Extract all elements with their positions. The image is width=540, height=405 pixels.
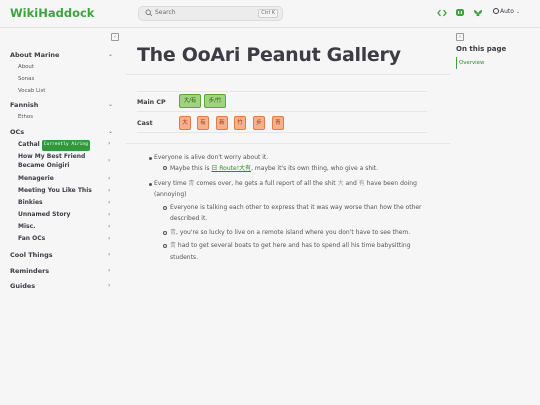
chevron-right-icon[interactable]: ›	[108, 235, 110, 242]
list-item-continuation: students.	[170, 254, 198, 261]
gear-icon	[493, 8, 499, 14]
sidebar-section-fannish[interactable]: Fannish	[10, 101, 38, 109]
search-icon	[145, 9, 153, 17]
chevron-right-icon[interactable]: ›	[108, 223, 110, 230]
sidebar-section-ocs[interactable]: OCs	[10, 128, 24, 136]
theme-toggle[interactable]: Auto ⌄	[493, 8, 520, 15]
sidebar-item-cathal[interactable]: Cathal Currently Airing	[18, 140, 90, 151]
sidebar-item-ethos[interactable]: Ethos	[18, 114, 33, 120]
bullet-ring	[163, 231, 167, 235]
sidebar-section-reminders[interactable]: Reminders	[10, 267, 49, 275]
cast-chip[interactable]: 竹	[234, 116, 246, 130]
main-cp-label: Main CP	[137, 99, 166, 106]
chevron-right-icon[interactable]: ›	[108, 267, 110, 274]
cast-chip[interactable]: 步	[253, 116, 265, 130]
sidebar-item-fan-ocs[interactable]: Fan OCs	[18, 235, 45, 244]
bullet-ring	[163, 206, 167, 210]
toc-link-overview[interactable]: Overview	[459, 60, 484, 66]
chevron-right-icon[interactable]: ›	[108, 211, 110, 218]
list-item-continuation: (annoying)	[154, 191, 187, 198]
top-navbar: WikiHaddock Search Ctrl K Auto ⌄	[0, 0, 540, 28]
divider	[126, 143, 450, 144]
chevron-down-icon[interactable]: ⌄	[108, 51, 113, 58]
bullet-dot	[149, 183, 152, 186]
sidebar-item-misc[interactable]: Misc.	[18, 223, 35, 232]
search-button[interactable]: Search Ctrl K	[138, 6, 283, 21]
chevron-down-icon: ⌄	[515, 9, 521, 15]
cast-chip[interactable]: 有	[197, 116, 209, 130]
chevron-right-icon[interactable]: ›	[108, 175, 110, 182]
chevron-right-icon[interactable]: ›	[108, 282, 110, 289]
search-placeholder: Search	[155, 9, 176, 16]
search-shortcut: Ctrl K	[258, 9, 278, 18]
main-cp-chip[interactable]: 大/有	[179, 94, 201, 108]
sidebar-item-menagerie[interactable]: Menagerie	[18, 175, 54, 184]
sidebar-section-about-marine[interactable]: About Marine	[10, 51, 59, 59]
main-cp-row: Main CP 大/有 步/竹	[137, 91, 427, 111]
bullet-ring	[163, 244, 167, 248]
main-content: The OoAri Peanut Gallery Main CP 大/有 步/竹…	[126, 29, 450, 405]
chevron-right-icon[interactable]: ›	[108, 199, 110, 206]
cast-chip[interactable]: 新	[216, 116, 228, 130]
chevron-right-icon[interactable]: ›	[108, 140, 110, 147]
bullet-ring	[163, 166, 167, 170]
theme-label: Auto	[500, 8, 514, 15]
sidebar-item-about[interactable]: About	[18, 64, 34, 70]
site-logo[interactable]: WikiHaddock	[10, 6, 94, 20]
list-item: Maybe this is 日 Route!大有, maybe it's its…	[170, 165, 379, 172]
list-item: 青, you're so lucky to live on a remote i…	[170, 229, 411, 236]
cast-chip[interactable]: 青	[272, 116, 284, 130]
list-item: Everyone is talking each other to expres…	[170, 204, 422, 211]
table-of-contents: › On this page Overview	[452, 29, 540, 405]
main-cp-chip[interactable]: 步/竹	[204, 94, 226, 108]
sidebar-item-binkies[interactable]: Binkies	[18, 199, 43, 208]
toc-collapse-button[interactable]: ›	[456, 33, 464, 41]
toc-active-indicator	[456, 57, 457, 69]
chevron-right-icon[interactable]: ›	[108, 187, 110, 194]
sidebar-item-unnamed-story[interactable]: Unnamed Story	[18, 211, 70, 220]
cast-label: Cast	[137, 120, 153, 127]
sidebar-section-cool-things[interactable]: Cool Things	[10, 251, 53, 259]
sidebar-item-meeting-you-like-this[interactable]: Meeting You Like This	[18, 187, 92, 196]
divider	[126, 74, 450, 75]
chevron-down-icon[interactable]: ⌄	[108, 101, 113, 108]
page-title: The OoAri Peanut Gallery	[137, 44, 401, 66]
sidebar-item-vocab-list[interactable]: Vocab List	[18, 88, 45, 94]
list-item-continuation: described it.	[170, 215, 208, 222]
toc-title: On this page	[456, 45, 507, 53]
sidebar: ‹ About Marine ⌄ About Sonas Vocab List …	[0, 29, 122, 405]
list-item: Everyone is alive don't worry about it.	[154, 154, 269, 161]
bullet-dot	[149, 157, 152, 160]
sidebar-section-guides[interactable]: Guides	[10, 282, 35, 290]
sidebar-item-how-my-best-friend[interactable]: How My Best Friend Became Onigiri	[18, 153, 104, 170]
bluesky-icon[interactable]	[473, 8, 483, 18]
mastodon-icon[interactable]	[455, 8, 465, 18]
status-badge: Currently Airing	[41, 140, 90, 151]
cast-row: Cast 大 有 新 竹 步 青	[137, 111, 427, 133]
chevron-right-icon[interactable]: ›	[108, 251, 110, 258]
sidebar-item-sonas[interactable]: Sonas	[18, 76, 34, 82]
sidebar-item-label: Cathal	[18, 141, 40, 148]
sidebar-collapse-button[interactable]: ‹	[111, 33, 119, 41]
route-link[interactable]: 日 Route!大有	[211, 165, 251, 172]
cast-chip[interactable]: 大	[179, 116, 191, 130]
list-item: Every time 青 comes over, he gets a full …	[154, 180, 417, 187]
chevron-down-icon[interactable]: ⌄	[108, 128, 113, 135]
list-item: 青 had to get several boats to get here a…	[170, 242, 411, 249]
chevron-right-icon[interactable]: ›	[108, 157, 110, 164]
code-icon[interactable]	[437, 8, 447, 18]
